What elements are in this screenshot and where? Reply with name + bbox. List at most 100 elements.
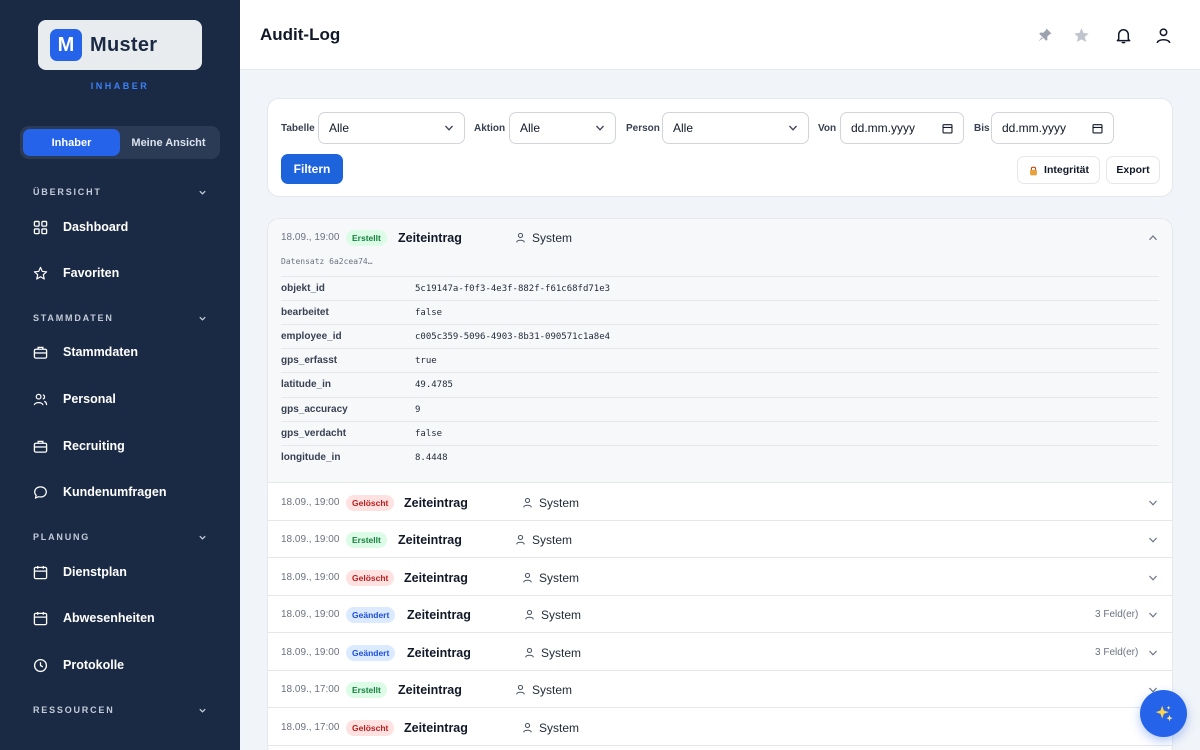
role-caption: INHABER — [90, 81, 150, 91]
chat-icon — [34, 485, 47, 499]
user-icon — [525, 609, 534, 620]
detail-value: false — [415, 428, 443, 439]
sidebar-item-protokolle[interactable]: Protokolle — [33, 651, 223, 679]
detail-value: 5c19147a-f0f3-4e3f-882f-f61c68fd71e3 — [415, 283, 611, 294]
detail-key: bearbeitet — [281, 307, 329, 318]
bell-icon[interactable] — [1113, 25, 1133, 45]
toggle-inhaber[interactable]: Inhaber — [23, 129, 120, 156]
chevron-down-icon — [199, 708, 206, 713]
view-toggle: Inhaber Meine Ansicht — [20, 126, 220, 159]
export-button[interactable]: Export — [1106, 156, 1160, 184]
entry-entity: Zeiteintrag — [404, 570, 468, 585]
sidebar-item-stammdaten[interactable]: Stammdaten — [33, 338, 223, 366]
section-ressourcen[interactable]: RESSOURCEN — [33, 705, 207, 715]
section-label: ÜBERSICHT — [33, 187, 102, 197]
chevron-down-icon — [199, 316, 206, 321]
table-row[interactable]: 18.09., 19:00 Erstellt Zeiteintrag Syste… — [268, 521, 1172, 558]
record-id: Datensatz 6a2cea74… — [281, 257, 373, 266]
detail-row: employee_id c005c359-5096-4903-8b31-09057… — [281, 324, 1159, 348]
chevron-down-icon[interactable] — [1148, 634, 1158, 671]
chevron-down-icon[interactable] — [1148, 521, 1158, 558]
table-row[interactable]: 18.09., 17:00 Gelöscht Zeiteintrag Syste… — [268, 709, 1172, 746]
aktion-select-value: Alle — [520, 121, 541, 135]
section-uebersicht[interactable]: ÜBERSICHT — [33, 187, 207, 197]
person-name: System — [532, 532, 573, 547]
sidebar-item-abwesenheiten[interactable]: Abwesenheiten — [33, 604, 223, 632]
sidebar-item-recruiting[interactable]: Recruiting — [33, 432, 223, 460]
entry-person: System — [524, 596, 581, 633]
entry-person: System — [515, 219, 572, 256]
bis-date-input[interactable]: dd.mm.yyyy — [991, 112, 1114, 144]
sidebar-item-label: Kundenumfragen — [63, 485, 167, 499]
chevron-up-icon[interactable] — [1148, 219, 1158, 256]
aktion-select[interactable]: Alle — [509, 112, 616, 144]
sidebar-item-dashboard[interactable]: Dashboard — [33, 213, 223, 241]
table-row[interactable]: 18.09., 19:00 Geändert Zeiteintrag Syste… — [268, 634, 1172, 671]
entry-entity: Zeiteintrag — [398, 230, 462, 245]
table-row[interactable]: 18.09., 19:00 Gelöscht Zeiteintrag Syste… — [268, 484, 1172, 521]
filter-label-tabelle: Tabelle — [281, 123, 315, 134]
action-badge-cell: Geändert — [346, 634, 396, 671]
detail-value: c005c359-5096-4903-8b31-090571c1a8e4 — [415, 331, 611, 342]
chevron-down-icon[interactable] — [1148, 596, 1158, 633]
entry-entity: Zeiteintrag — [404, 495, 468, 510]
table-row[interactable]: 18.09., 19:00 Geändert Zeiteintrag Syste… — [268, 596, 1172, 633]
table-row[interactable]: 18.09., 19:00 Gelöscht Zeiteintrag Syste… — [268, 559, 1172, 596]
von-date-input[interactable]: dd.mm.yyyy — [840, 112, 964, 144]
person-name: System — [539, 720, 580, 735]
sidebar-item-label: Recruiting — [63, 439, 125, 453]
action-badge-cell: Erstellt — [346, 671, 387, 708]
tabelle-select[interactable]: Alle — [318, 112, 465, 144]
chevron-down-icon — [596, 125, 604, 131]
section-planung[interactable]: PLANUNG — [33, 532, 207, 542]
toggle-meine-ansicht[interactable]: Meine Ansicht — [120, 129, 217, 156]
entry-entity: Zeiteintrag — [407, 607, 471, 622]
detail-key: latitude_in — [281, 379, 332, 390]
ai-assistant-button[interactable] — [1140, 690, 1187, 737]
sidebar-item-label: Abwesenheiten — [63, 611, 155, 625]
logo[interactable]: M Muster — [38, 20, 202, 70]
table-row-expanded[interactable]: 18.09., 19:00 Erstellt Zeiteintrag Syste… — [268, 219, 1172, 256]
person-name: System — [539, 570, 580, 585]
sidebar-item-label: Protokolle — [63, 658, 125, 672]
chevron-down-icon — [199, 535, 206, 540]
filter-button[interactable]: Filtern — [281, 154, 343, 184]
integrity-button[interactable]: Integrität — [1017, 156, 1100, 184]
section-stammdaten[interactable]: STAMMDATEN — [33, 313, 207, 323]
action-badge-cell: Erstellt — [346, 521, 387, 558]
sidebar-item-label: Personal — [63, 392, 116, 406]
chevron-down-icon[interactable] — [1148, 559, 1158, 596]
sidebar-item-label: Dienstplan — [63, 565, 127, 579]
detail-value: false — [415, 307, 443, 318]
person-name: System — [541, 607, 582, 622]
user-icon — [516, 684, 525, 695]
chevron-down-icon — [789, 125, 797, 131]
clock-icon — [33, 658, 48, 672]
sidebar-item-favoriten[interactable]: Favoriten — [33, 259, 223, 287]
sidebar-item-dienstplan[interactable]: Dienstplan — [33, 558, 223, 586]
pin-icon[interactable] — [1035, 25, 1055, 45]
person-select-value: Alle — [673, 121, 694, 135]
person-select[interactable]: Alle — [662, 112, 809, 144]
sidebar-item-personal[interactable]: Personal — [33, 385, 223, 413]
calendar-icon — [33, 565, 48, 579]
action-badge-cell: Gelöscht — [346, 709, 395, 746]
audit-log-list: 18.09., 19:00 Erstellt Zeiteintrag Syste… — [267, 218, 1173, 750]
detail-row: gps_verdacht false — [281, 421, 1159, 445]
section-label: PLANUNG — [33, 532, 91, 542]
entry-person: System — [522, 559, 579, 596]
chevron-down-icon[interactable] — [1148, 484, 1158, 521]
entry-timestamp: 18.09., 19:00 — [281, 534, 340, 545]
action-badge: Erstellt — [346, 531, 387, 548]
lock-icon — [1030, 166, 1037, 175]
person-name: System — [539, 495, 580, 510]
filter-label-von: Von — [818, 123, 837, 134]
table-row[interactable]: 18.09., 17:00 Erstellt Zeiteintrag Syste… — [268, 671, 1172, 708]
star-icon — [33, 266, 48, 280]
user-icon[interactable] — [1153, 25, 1173, 45]
person-name: System — [532, 682, 573, 697]
star-icon[interactable] — [1071, 25, 1091, 45]
user-icon — [516, 534, 525, 545]
entry-timestamp: 18.09., 19:00 — [281, 647, 340, 658]
sidebar-item-kundenumfragen[interactable]: Kundenumfragen — [33, 478, 223, 506]
